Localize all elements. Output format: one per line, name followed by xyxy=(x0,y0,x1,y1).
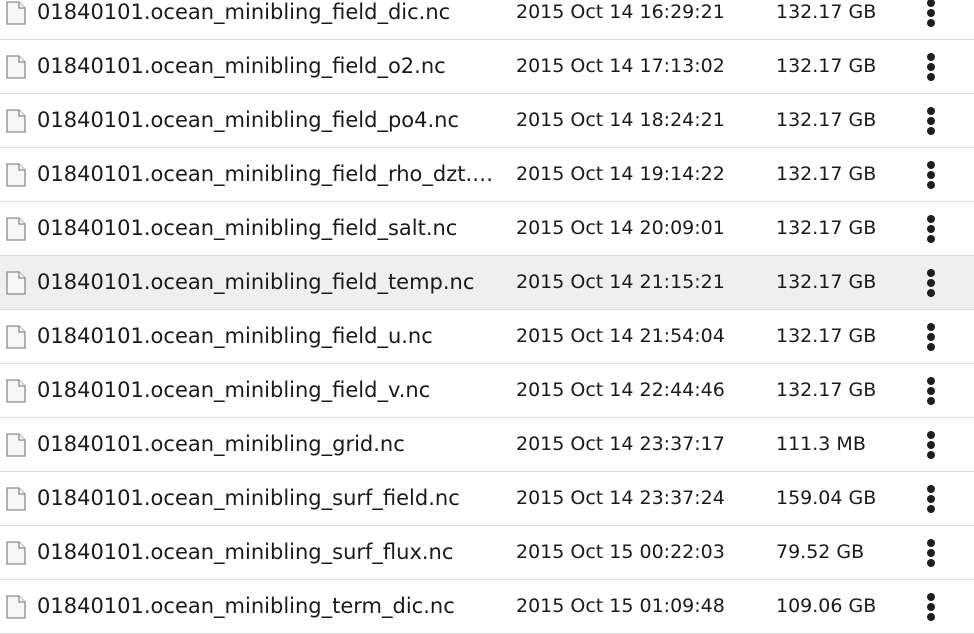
more-vertical-icon[interactable] xyxy=(916,212,946,246)
file-row-6[interactable]: 01840101.ocean_minibling_field_temp.nc 2… xyxy=(0,256,974,310)
more-vertical-icon[interactable] xyxy=(916,536,946,570)
file-icon xyxy=(2,486,29,512)
more-vertical-icon[interactable] xyxy=(916,482,946,516)
file-row-10[interactable]: 01840101.ocean_minibling_surf_field.nc 2… xyxy=(0,472,974,526)
file-modified-date: 2015 Oct 14 16:29:21 xyxy=(516,1,725,23)
file-icon xyxy=(2,432,29,458)
file-icon xyxy=(2,108,29,134)
file-name[interactable]: 01840101.ocean_minibling_field_temp.nc xyxy=(37,256,499,309)
file-row-8[interactable]: 01840101.ocean_minibling_field_v.nc 2015… xyxy=(0,364,974,418)
file-row-9[interactable]: 01840101.ocean_minibling_grid.nc 2015 Oc… xyxy=(0,418,974,472)
file-size: 132.17 GB xyxy=(776,379,877,401)
file-size: 159.04 GB xyxy=(776,487,877,509)
file-size: 111.3 MB xyxy=(776,433,866,455)
file-size: 132.17 GB xyxy=(776,1,877,23)
file-name[interactable]: 01840101.ocean_minibling_field_po4.nc xyxy=(37,94,499,147)
file-modified-date: 2015 Oct 14 21:15:21 xyxy=(516,271,725,293)
file-icon xyxy=(2,378,29,404)
file-icon xyxy=(2,324,29,350)
file-modified-date: 2015 Oct 14 21:54:04 xyxy=(516,325,725,347)
more-vertical-icon[interactable] xyxy=(916,428,946,462)
file-list: 01840101.ocean_minibling_field_dic.nc 20… xyxy=(0,0,974,634)
file-size: 109.06 GB xyxy=(776,595,877,617)
file-icon xyxy=(2,0,29,26)
file-icon xyxy=(2,162,29,188)
more-vertical-icon[interactable] xyxy=(916,50,946,84)
file-size: 132.17 GB xyxy=(776,109,877,131)
file-name[interactable]: 01840101.ocean_minibling_surf_field.nc xyxy=(37,472,499,525)
file-modified-date: 2015 Oct 14 17:13:02 xyxy=(516,55,725,77)
file-icon xyxy=(2,594,29,620)
more-vertical-icon[interactable] xyxy=(916,0,946,30)
file-modified-date: 2015 Oct 14 22:44:46 xyxy=(516,379,725,401)
more-vertical-icon[interactable] xyxy=(916,374,946,408)
file-name[interactable]: 01840101.ocean_minibling_term_dic.nc xyxy=(37,580,499,633)
file-size: 79.52 GB xyxy=(776,541,865,563)
file-modified-date: 2015 Oct 14 20:09:01 xyxy=(516,217,725,239)
file-row-11[interactable]: 01840101.ocean_minibling_surf_flux.nc 20… xyxy=(0,526,974,580)
file-name[interactable]: 01840101.ocean_minibling_grid.nc xyxy=(37,418,499,471)
file-modified-date: 2015 Oct 15 01:09:48 xyxy=(516,595,725,617)
file-name[interactable]: 01840101.ocean_minibling_field_salt.nc xyxy=(37,202,499,255)
file-modified-date: 2015 Oct 14 19:14:22 xyxy=(516,163,725,185)
file-icon xyxy=(2,540,29,566)
file-row-12[interactable]: 01840101.ocean_minibling_term_dic.nc 201… xyxy=(0,580,974,634)
file-name[interactable]: 01840101.ocean_minibling_field_v.nc xyxy=(37,364,499,417)
file-name[interactable]: 01840101.ocean_minibling_field_dic.nc xyxy=(37,0,499,39)
more-vertical-icon[interactable] xyxy=(916,104,946,138)
file-name[interactable]: 01840101.ocean_minibling_surf_flux.nc xyxy=(37,526,499,579)
file-size: 132.17 GB xyxy=(776,325,877,347)
file-size: 132.17 GB xyxy=(776,271,877,293)
file-modified-date: 2015 Oct 15 00:22:03 xyxy=(516,541,725,563)
file-row-1[interactable]: 01840101.ocean_minibling_field_dic.nc 20… xyxy=(0,0,974,40)
file-modified-date: 2015 Oct 14 23:37:24 xyxy=(516,487,725,509)
file-icon xyxy=(2,270,29,296)
file-row-3[interactable]: 01840101.ocean_minibling_field_po4.nc 20… xyxy=(0,94,974,148)
file-row-7[interactable]: 01840101.ocean_minibling_field_u.nc 2015… xyxy=(0,310,974,364)
file-size: 132.17 GB xyxy=(776,55,877,77)
file-size: 132.17 GB xyxy=(776,163,877,185)
more-vertical-icon[interactable] xyxy=(916,158,946,192)
file-modified-date: 2015 Oct 14 23:37:17 xyxy=(516,433,725,455)
file-name[interactable]: 01840101.ocean_minibling_field_o2.nc xyxy=(37,40,499,93)
file-name[interactable]: 01840101.ocean_minibling_field_rho_dzt.… xyxy=(37,148,499,201)
file-name[interactable]: 01840101.ocean_minibling_field_u.nc xyxy=(37,310,499,363)
more-vertical-icon[interactable] xyxy=(916,320,946,354)
file-size: 132.17 GB xyxy=(776,217,877,239)
file-icon xyxy=(2,54,29,80)
more-vertical-icon[interactable] xyxy=(916,590,946,624)
file-row-4[interactable]: 01840101.ocean_minibling_field_rho_dzt.…… xyxy=(0,148,974,202)
file-icon xyxy=(2,216,29,242)
file-row-2[interactable]: 01840101.ocean_minibling_field_o2.nc 201… xyxy=(0,40,974,94)
more-vertical-icon[interactable] xyxy=(916,266,946,300)
file-row-5[interactable]: 01840101.ocean_minibling_field_salt.nc 2… xyxy=(0,202,974,256)
file-modified-date: 2015 Oct 14 18:24:21 xyxy=(516,109,725,131)
